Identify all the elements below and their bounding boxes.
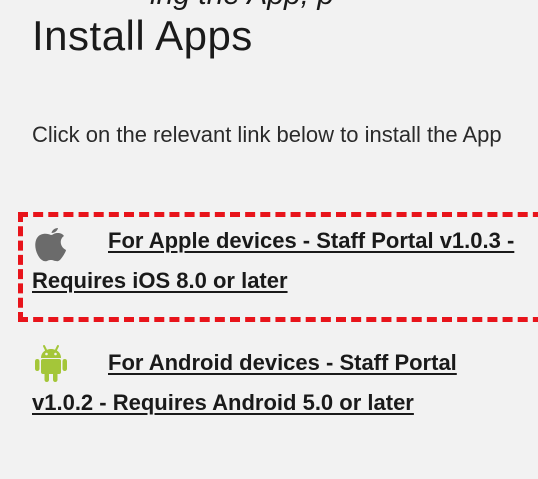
android-app-item: For Android devices - Staff Portal v1.0.… [32,344,522,421]
page-title: Install Apps [32,12,253,59]
cut-off-heading-text: ing the App, p [150,0,334,12]
apple-install-link[interactable]: For Apple devices - Staff Portal v1.0.3 … [32,228,514,293]
intro-text: Click on the relevant link below to inst… [32,122,502,147]
apple-icon[interactable] [32,222,70,262]
android-install-link[interactable]: For Android devices - Staff Portal v1.0.… [32,350,457,415]
android-icon[interactable] [32,344,70,384]
apple-app-item: For Apple devices - Staff Portal v1.0.3 … [32,222,522,299]
install-apps-page: ing the App, p Install Apps Click on the… [0,0,538,479]
